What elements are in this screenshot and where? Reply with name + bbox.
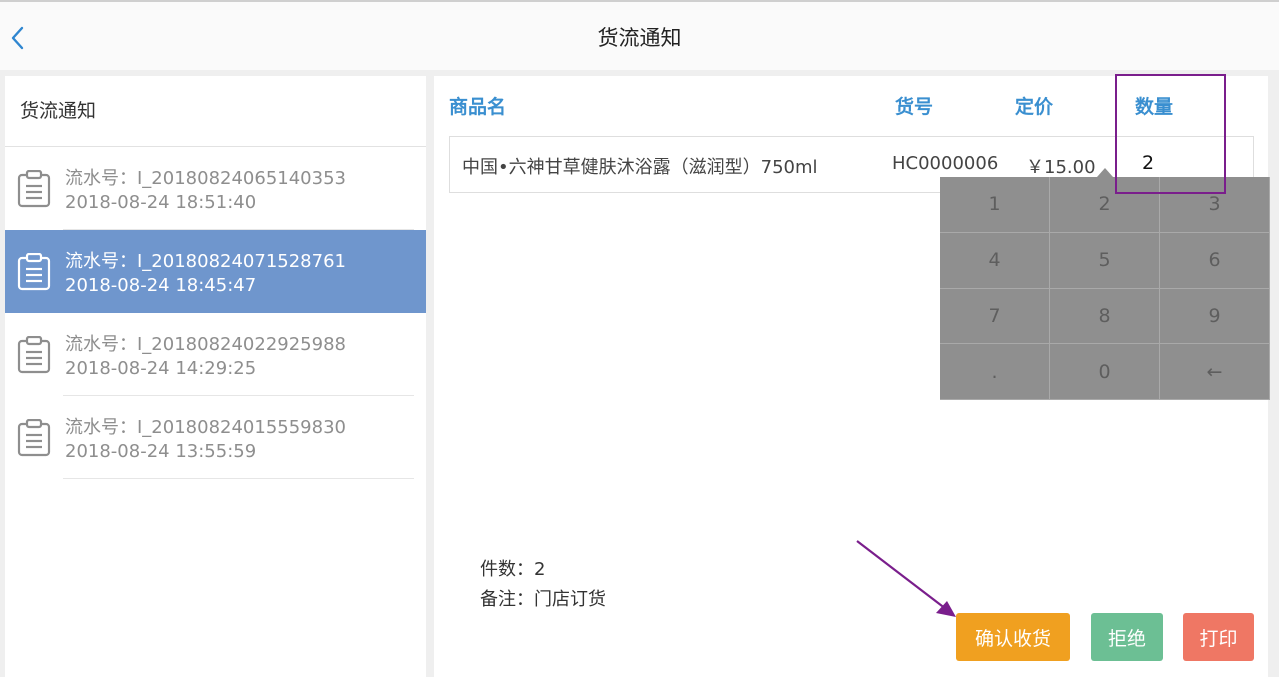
column-header-price: 定价 (1015, 96, 1054, 118)
clipboard-icon (17, 336, 51, 374)
list-item[interactable]: 流水号：I_20180824015559830 2018-08-24 13:55… (5, 396, 426, 479)
remark: 备注：门店订货 (480, 589, 606, 610)
product-code: HC0000006 (892, 153, 999, 174)
reject-button[interactable]: 拒绝 (1091, 613, 1163, 661)
column-header-name: 商品名 (449, 96, 507, 118)
list-item[interactable]: 流水号：I_20180824065140353 2018-08-24 18:51… (5, 147, 426, 230)
key-7[interactable]: 7 (940, 288, 1050, 345)
key-6[interactable]: 6 (1160, 232, 1270, 289)
annotation-arrow-icon (856, 540, 956, 617)
key-decimal[interactable]: . (940, 344, 1050, 400)
order-summary: 件数：2 备注：门店订货 (480, 555, 606, 615)
column-header-code: 货号 (895, 96, 934, 118)
top-bar: 货流通知 (0, 0, 1279, 70)
keypad-pointer (1097, 168, 1113, 177)
timestamp: 2018-08-24 18:51:40 (65, 192, 257, 213)
key-1[interactable]: 1 (940, 177, 1050, 233)
backspace-key[interactable]: ← (1160, 344, 1270, 400)
timestamp: 2018-08-24 14:29:25 (65, 358, 257, 379)
serial-number: 流水号：I_20180824022925988 (65, 334, 346, 355)
notification-list-panel: 货流通知 流水号：I_20180824065140353 2018-08-24 … (5, 76, 426, 677)
key-8[interactable]: 8 (1050, 288, 1160, 345)
list-title: 货流通知 (5, 76, 426, 147)
clipboard-icon (17, 253, 51, 291)
numeric-keypad: 1 2 3 4 5 6 7 8 9 . 0 ← (940, 177, 1270, 400)
key-4[interactable]: 4 (940, 232, 1050, 289)
quantity-highlight-annotation (1115, 74, 1226, 194)
serial-number: 流水号：I_20180824015559830 (65, 417, 346, 438)
key-0[interactable]: 0 (1050, 344, 1160, 400)
item-count: 件数：2 (480, 559, 546, 580)
clipboard-icon (17, 170, 51, 208)
product-name: 中国•六神甘草健肤沐浴露（滋润型）750ml (462, 157, 818, 178)
key-9[interactable]: 9 (1160, 288, 1270, 345)
clipboard-icon (17, 419, 51, 457)
list-item-selected[interactable]: 流水号：I_20180824071528761 2018-08-24 18:45… (5, 230, 426, 313)
product-price: ￥15.00 (1026, 157, 1096, 178)
timestamp: 2018-08-24 18:45:47 (65, 275, 257, 296)
serial-number: 流水号：I_20180824065140353 (65, 168, 346, 189)
serial-number: 流水号：I_20180824071528761 (65, 251, 346, 272)
print-button[interactable]: 打印 (1183, 613, 1254, 661)
list-item[interactable]: 流水号：I_20180824022925988 2018-08-24 14:29… (5, 313, 426, 396)
divider (63, 478, 414, 479)
key-5[interactable]: 5 (1050, 232, 1160, 289)
confirm-receipt-button[interactable]: 确认收货 (956, 613, 1070, 661)
page-title: 货流通知 (597, 26, 682, 50)
timestamp: 2018-08-24 13:55:59 (65, 441, 257, 462)
